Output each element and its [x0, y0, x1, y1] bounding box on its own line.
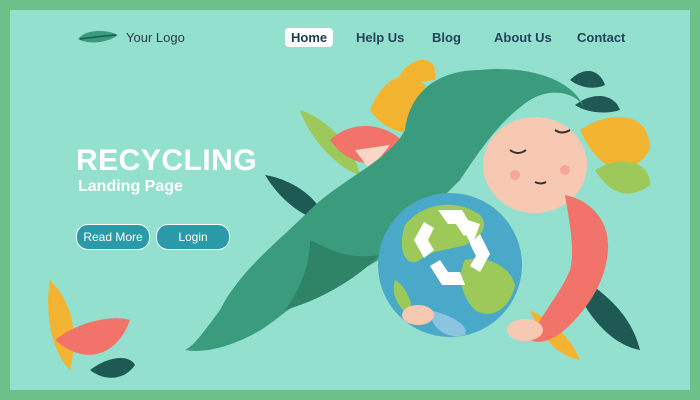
nav-item-help-us[interactable]: Help Us [350, 28, 410, 47]
top-navigation: Your Logo Home Help Us Blog About Us Con… [10, 10, 690, 60]
landing-page: Your Logo Home Help Us Blog About Us Con… [10, 10, 690, 390]
hero-title: RECYCLING [76, 144, 258, 177]
read-more-button[interactable]: Read More [76, 224, 150, 250]
nav-item-home[interactable]: Home [285, 28, 334, 47]
hero-subtitle: Landing Page [78, 178, 183, 195]
nav-item-contact[interactable]: Contact [571, 28, 631, 47]
nav-item-blog[interactable]: Blog [426, 28, 467, 47]
nav-item-about-us[interactable]: About Us [488, 28, 558, 47]
hero-illustration [48, 59, 650, 378]
main-menu: Home Help Us Blog About Us Contact [10, 28, 690, 48]
decorative-leaves-bottom-left [48, 280, 135, 378]
login-button[interactable]: Login [156, 224, 230, 250]
